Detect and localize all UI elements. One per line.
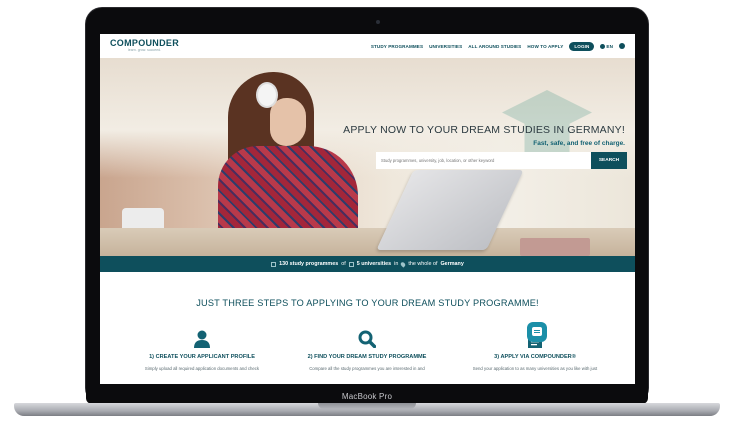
nav-item-universities[interactable]: UNIVERSITIES: [429, 44, 462, 49]
globe-icon: [600, 43, 606, 49]
step-2: 2) FIND YOUR DREAM STUDY PROGRAMME Compa…: [282, 328, 452, 371]
search-button[interactable]: SEARCH: [591, 152, 627, 169]
location-pin-icon: [400, 260, 407, 268]
step-3-description: Send your application to as many univers…: [472, 366, 598, 371]
webcam: [376, 20, 380, 24]
language-label: EN: [606, 43, 613, 49]
step-1: 1) CREATE YOUR APPLICANT PROFILE Simply …: [117, 328, 287, 371]
step-1-icon-wrap: [117, 328, 287, 348]
stats-whole-of-text: the whole of: [408, 261, 438, 267]
chat-icon: [532, 327, 542, 336]
list-icon: [271, 261, 277, 267]
step-3-title: 3) APPLY VIA COMPOUNDER®: [494, 354, 576, 360]
step-2-icon-wrap: [282, 328, 452, 348]
nav-menu: STUDY PROGRAMMES UNIVERSITIES ALL AROUND…: [371, 41, 625, 51]
hero-title: APPLY NOW TO YOUR DREAM STUDIES IN GERMA…: [343, 124, 625, 136]
stats-country: Germany: [440, 261, 464, 267]
language-selector[interactable]: EN: [600, 43, 613, 49]
nav-item-how-to-apply[interactable]: HOW TO APPLY: [527, 44, 563, 49]
nav-item-all-around-studies[interactable]: ALL AROUND STUDIES: [468, 44, 521, 49]
universities-count: 5 universities: [356, 261, 392, 267]
step-1-description: Simply upload all required application d…: [144, 366, 260, 371]
browser-screen: COMPOUNDER learn. grow. succeed. STUDY P…: [100, 34, 635, 384]
search-icon: [358, 330, 376, 348]
help-icon[interactable]: ?: [619, 43, 625, 49]
logo-tagline: learn. grow. succeed.: [128, 48, 162, 53]
steps-section-title: JUST THREE STEPS TO APPLYING TO YOUR DRE…: [196, 298, 539, 308]
site-logo[interactable]: COMPOUNDER learn. grow. succeed.: [110, 39, 179, 53]
step-2-description: Compare all the study programmes you are…: [309, 366, 425, 371]
headphones-image: [258, 84, 276, 106]
login-button[interactable]: LOGIN: [569, 41, 595, 51]
basket-image: [520, 238, 590, 256]
hero-text: APPLY NOW TO YOUR DREAM STUDIES IN GERMA…: [343, 124, 625, 147]
step-2-title: 2) FIND YOUR DREAM STUDY PROGRAMME: [307, 354, 427, 360]
laptop-notch: [318, 403, 416, 409]
stats-of-text: of: [341, 261, 346, 267]
stats-in-text: in: [394, 261, 399, 267]
hero-search: SEARCH: [376, 152, 627, 169]
step-1-title: 1) CREATE YOUR APPLICANT PROFILE: [149, 354, 255, 360]
stats-bar: 130 study programmes of 5 universities i…: [100, 256, 635, 272]
chat-widget-button[interactable]: [527, 322, 547, 342]
hero-subtitle: Fast, safe, and free of charge.: [533, 140, 625, 147]
nav-item-study-programmes[interactable]: STUDY PROGRAMMES: [371, 44, 423, 49]
logo-text: COMPOUNDER: [110, 38, 180, 49]
search-input[interactable]: [376, 152, 591, 169]
hero-banner: APPLY NOW TO YOUR DREAM STUDIES IN GERMA…: [100, 58, 635, 256]
top-nav: COMPOUNDER learn. grow. succeed. STUDY P…: [100, 34, 635, 58]
stage: MacBook Pro COMPOUNDER learn. grow. succ…: [0, 0, 734, 426]
student-face-image: [270, 98, 306, 146]
programmes-count: 130 study programmes: [279, 261, 339, 267]
university-icon: [348, 261, 354, 267]
user-icon: [194, 330, 210, 348]
device-model-label: MacBook Pro: [341, 392, 393, 401]
